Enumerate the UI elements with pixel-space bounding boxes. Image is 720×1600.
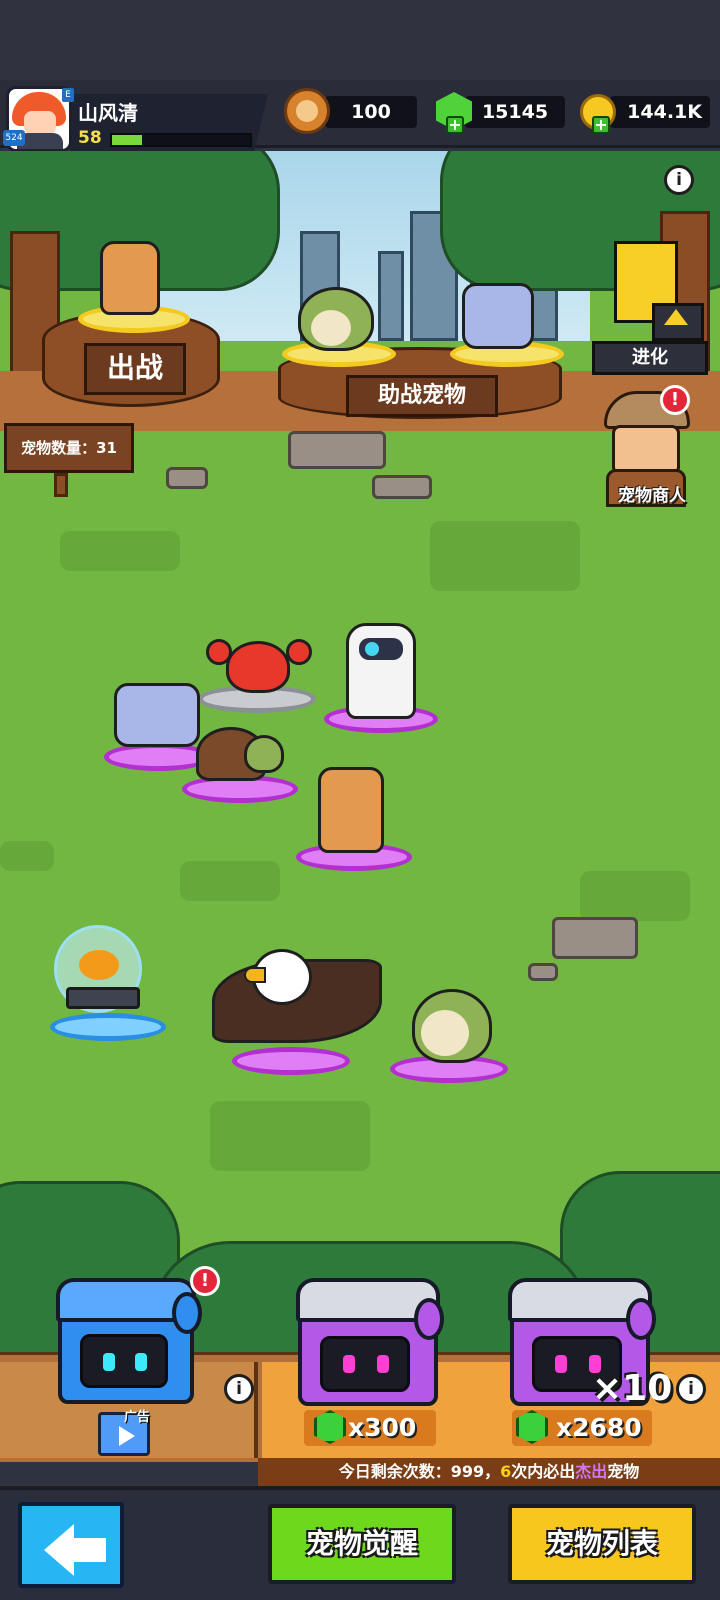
ad-label: 广告: [124, 1410, 151, 1425]
assist-pet-husky[interactable]: [462, 283, 534, 349]
avatar-face: [24, 111, 56, 135]
play-icon: [119, 1426, 135, 1446]
free-chest-info-button[interactable]: i: [224, 1374, 254, 1404]
server-badge-icon: E: [62, 88, 74, 102]
yard-pet-frog[interactable]: [412, 989, 492, 1063]
sign-post: [54, 473, 68, 497]
robot-eye: [365, 642, 379, 656]
grass-patch: [210, 1101, 370, 1171]
chest-eye: [343, 1355, 355, 1373]
pet-list-button[interactable]: 宠物列表: [508, 1504, 696, 1584]
chest-eye: [103, 1353, 115, 1371]
evolve-button[interactable]: 进化: [592, 341, 708, 375]
pet-awaken-button[interactable]: 宠物觉醒: [268, 1504, 456, 1584]
building: [378, 251, 404, 341]
chest-eye: [135, 1353, 147, 1371]
chest-eye: [555, 1355, 567, 1373]
add-gems-button[interactable]: +: [446, 116, 464, 134]
paw-token-count: 100: [325, 96, 417, 128]
back-arrow-icon: [44, 1524, 74, 1576]
info-button[interactable]: i: [664, 165, 694, 195]
paw-token-icon: [284, 88, 330, 134]
rock: [528, 963, 558, 981]
gem-count: 15145: [465, 96, 565, 128]
merchant-label[interactable]: 宠物商人: [604, 481, 700, 506]
rock: [372, 475, 432, 499]
yard-pet-robot[interactable]: [346, 623, 416, 719]
grass-patch: [0, 841, 54, 871]
yard-pet-husky[interactable]: [114, 683, 200, 747]
pet-yard-scene: 出战 助战宠物 宠物数量：31 i 进化 ! 宠物商人: [0, 151, 720, 1361]
player-name: 山风清: [78, 101, 138, 125]
gold-count: 144.1K: [610, 96, 710, 128]
frog-belly: [421, 1010, 469, 1056]
rock: [166, 467, 208, 489]
free-chest-alert-icon: !: [190, 1266, 220, 1296]
evolve-arrow-icon: [664, 309, 688, 325]
grass-patch: [60, 531, 180, 571]
frog-belly: [311, 310, 351, 346]
chest-eye: [377, 1355, 389, 1373]
goldfish: [79, 950, 119, 980]
merchant-face: [612, 425, 680, 475]
player-level: 58: [78, 128, 102, 148]
eagle-beak: [244, 967, 266, 983]
guarantee-rarity: 杰出: [575, 1462, 608, 1481]
avatar-tag: 524: [3, 130, 25, 146]
guarantee-count: 6: [500, 1462, 512, 1481]
pet-count-sign: 宠物数量：31: [4, 423, 134, 473]
chest-face: [320, 1336, 410, 1392]
grass-patch: [180, 861, 280, 901]
ten-pull-multiplier: ×10: [592, 1368, 673, 1409]
merchant-alert-icon: !: [660, 385, 690, 415]
pet-ring: [50, 1013, 166, 1041]
yard-pet-crab[interactable]: [226, 641, 290, 693]
guarantee-text: 次内必出: [511, 1462, 576, 1481]
daily-remaining-text: 今日剩余次数：999，: [338, 1462, 501, 1481]
chest-lens-icon: [626, 1298, 656, 1340]
grass-patch: [580, 871, 690, 921]
guarantee-suffix: 宠物: [607, 1462, 640, 1481]
turtle-head: [244, 735, 284, 773]
assist-sign[interactable]: 助战宠物: [346, 375, 498, 417]
battle-pet-dog[interactable]: [100, 241, 160, 315]
crab-claw: [206, 639, 232, 665]
chest-face: [80, 1334, 168, 1388]
pet-ring: [232, 1047, 350, 1075]
status-bar: [0, 0, 720, 80]
crab-claw: [286, 639, 312, 665]
chest-lens-icon: [414, 1298, 444, 1340]
chest-lens-icon: [172, 1292, 202, 1334]
rock: [552, 917, 638, 959]
back-button[interactable]: [18, 1502, 124, 1588]
battle-sign[interactable]: 出战: [84, 343, 186, 395]
ten-pull-info-button[interactable]: i: [676, 1374, 706, 1404]
xp-bar-fill: [112, 135, 143, 145]
add-gold-button[interactable]: +: [592, 116, 610, 134]
fishbowl-skateboard: [66, 987, 140, 1009]
grass-patch: [430, 521, 580, 591]
xp-bar: [110, 133, 252, 147]
yard-pet-dog[interactable]: [318, 767, 384, 853]
back-arrow-shaft: [72, 1538, 106, 1562]
rock: [288, 431, 386, 469]
assist-pet-frog[interactable]: [298, 287, 374, 351]
daily-pull-info: 今日剩余次数：999，6次内必出杰出宠物: [258, 1458, 720, 1486]
